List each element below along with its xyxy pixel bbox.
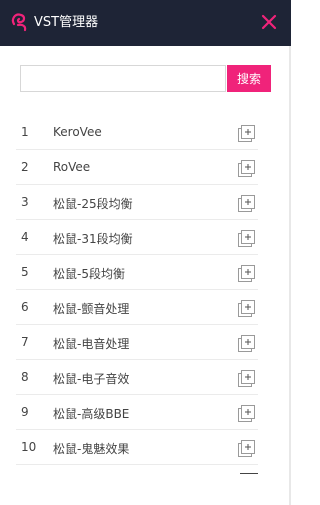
list-item[interactable]: 4 松鼠-31段均衡	[0, 220, 291, 255]
app-title: VST管理器	[34, 15, 99, 30]
item-name: 松鼠-高级BBE	[53, 407, 130, 421]
list-item[interactable]: 9 松鼠-高级BBE	[0, 395, 291, 430]
add-plugin-icon[interactable]	[238, 125, 256, 142]
add-plugin-icon[interactable]	[238, 230, 256, 247]
item-number: 5	[21, 265, 29, 279]
row-divider	[16, 464, 258, 465]
plugin-list: 1 KeroVee 2 RoVee 3 松鼠-25段均衡 4 松鼠-31段均衡 5 松鼠-5段均衡…	[0, 115, 291, 465]
item-number: 9	[21, 405, 29, 419]
list-end-divider	[240, 473, 258, 474]
add-plugin-icon[interactable]	[238, 440, 256, 457]
list-item[interactable]: 7 松鼠-电音处理	[0, 325, 291, 360]
item-number: 3	[21, 195, 29, 209]
add-plugin-icon[interactable]	[238, 195, 256, 212]
list-item[interactable]: 1 KeroVee	[0, 115, 291, 150]
add-plugin-icon[interactable]	[238, 405, 256, 422]
item-name: 松鼠-电音处理	[53, 337, 130, 351]
list-item[interactable]: 10 松鼠-鬼魅效果	[0, 430, 291, 465]
item-name: 松鼠-鬼魅效果	[53, 442, 130, 456]
item-number: 6	[21, 300, 29, 314]
list-item[interactable]: 5 松鼠-5段均衡	[0, 255, 291, 290]
item-name: 松鼠-电子音效	[53, 372, 130, 386]
add-plugin-icon[interactable]	[238, 265, 256, 282]
item-number: 4	[21, 230, 29, 244]
item-number: 2	[21, 160, 29, 174]
item-name: 松鼠-31段均衡	[53, 232, 133, 246]
item-name: 松鼠-5段均衡	[53, 267, 125, 281]
close-icon[interactable]	[257, 10, 281, 34]
list-item[interactable]: 8 松鼠-电子音效	[0, 360, 291, 395]
item-name: 松鼠-25段均衡	[53, 197, 133, 211]
search-input[interactable]	[20, 65, 226, 92]
item-name: KeroVee	[53, 125, 102, 139]
item-number: 8	[21, 370, 29, 384]
search-button[interactable]: 搜索	[227, 65, 271, 92]
title-bar: VST管理器	[0, 0, 291, 46]
list-item[interactable]: 6 松鼠-颤音处理	[0, 290, 291, 325]
item-name: 松鼠-颤音处理	[53, 302, 130, 316]
item-number: 1	[21, 125, 29, 139]
list-item[interactable]: 3 松鼠-25段均衡	[0, 185, 291, 220]
list-item[interactable]: 2 RoVee	[0, 150, 291, 185]
add-plugin-icon[interactable]	[238, 370, 256, 387]
add-plugin-icon[interactable]	[238, 300, 256, 317]
item-name: RoVee	[53, 160, 91, 174]
add-plugin-icon[interactable]	[238, 160, 256, 177]
item-number: 10	[21, 440, 37, 454]
item-number: 7	[21, 335, 29, 349]
add-plugin-icon[interactable]	[238, 335, 256, 352]
app-logo-icon	[11, 13, 27, 32]
